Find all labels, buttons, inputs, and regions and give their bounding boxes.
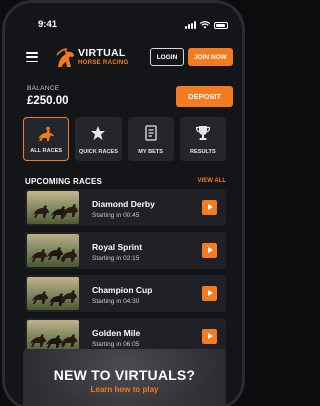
- section-title: UPCOMING RACES: [25, 177, 103, 186]
- join-now-button[interactable]: JOIN NOW: [188, 48, 233, 66]
- status-icons: [185, 21, 228, 29]
- trophy-icon: [195, 126, 210, 140]
- tile-quick-races[interactable]: QUICK RACES: [75, 117, 122, 161]
- phone-frame: 9:41 VIRTUAL HORSE RACING LOGIN JOIN NOW…: [2, 0, 245, 406]
- tile-label: QUICK RACES: [78, 149, 119, 155]
- logo-title: VIRTUAL: [78, 47, 126, 59]
- race-name: Diamond Derby: [92, 199, 155, 209]
- menu-icon[interactable]: [26, 52, 38, 62]
- race-card[interactable]: Champion Cup Starting in 04:30: [25, 275, 226, 312]
- race-name: Champion Cup: [92, 285, 153, 295]
- horse-logo-icon: [56, 48, 74, 67]
- deposit-button[interactable]: DEPOSIT: [176, 86, 233, 107]
- star-icon: [91, 126, 106, 140]
- tile-all-races[interactable]: ALL RACES: [23, 117, 70, 161]
- view-all-link[interactable]: VIEW ALL: [198, 178, 226, 184]
- learn-how-link[interactable]: Learn how to play: [23, 385, 226, 394]
- race-card[interactable]: Royal Sprint Starting in 02:15: [25, 232, 226, 269]
- logo-subtitle: HORSE RACING: [78, 59, 129, 66]
- race-start-time: Starting in 02:15: [92, 255, 140, 262]
- race-name: Royal Sprint: [92, 242, 143, 252]
- race-start-time: Starting in 06:05: [92, 341, 140, 348]
- tile-label: ALL RACES: [30, 148, 63, 154]
- race-start-time: Starting in 00:45: [92, 212, 140, 219]
- race-thumbnail: [27, 191, 79, 224]
- tile-results[interactable]: RESULTS: [179, 117, 226, 161]
- signal-icon: [185, 21, 196, 29]
- status-time: 9:41: [38, 19, 58, 30]
- promo-banner[interactable]: NEW TO VIRTUALS? Learn how to play: [23, 349, 226, 406]
- race-card[interactable]: Diamond Derby Starting in 00:45: [25, 189, 226, 226]
- race-name: Golden Mile: [92, 328, 141, 338]
- tile-label: RESULTS: [190, 149, 216, 155]
- horse-racing-icon: [38, 126, 55, 141]
- race-thumbnail: [27, 277, 79, 310]
- bet-slip-icon: [145, 125, 157, 141]
- battery-icon: [214, 21, 228, 29]
- race-thumbnail: [27, 234, 79, 267]
- wifi-icon: [200, 21, 210, 29]
- login-button[interactable]: LOGIN: [150, 48, 184, 66]
- nav-tiles: ALL RACES QUICK RACES MY BETS RESULTS: [23, 117, 226, 161]
- play-icon[interactable]: [202, 200, 217, 215]
- balance-label: BALANCE: [27, 85, 60, 92]
- race-list: Diamond Derby Starting in 00:45 Royal Sp…: [25, 189, 226, 361]
- app-header: VIRTUAL HORSE RACING LOGIN JOIN NOW: [5, 45, 242, 71]
- tile-my-bets[interactable]: MY BETS: [127, 117, 174, 161]
- tile-label: MY BETS: [138, 149, 164, 155]
- banner-title: NEW TO VIRTUALS?: [53, 367, 196, 383]
- play-icon[interactable]: [202, 243, 217, 258]
- race-start-time: Starting in 04:30: [92, 298, 140, 305]
- balance-value: £250.00: [27, 95, 69, 107]
- app-screen: 9:41 VIRTUAL HORSE RACING LOGIN JOIN NOW…: [5, 3, 242, 406]
- play-icon[interactable]: [202, 286, 217, 301]
- status-bar: 9:41: [5, 19, 242, 33]
- play-icon[interactable]: [202, 329, 217, 344]
